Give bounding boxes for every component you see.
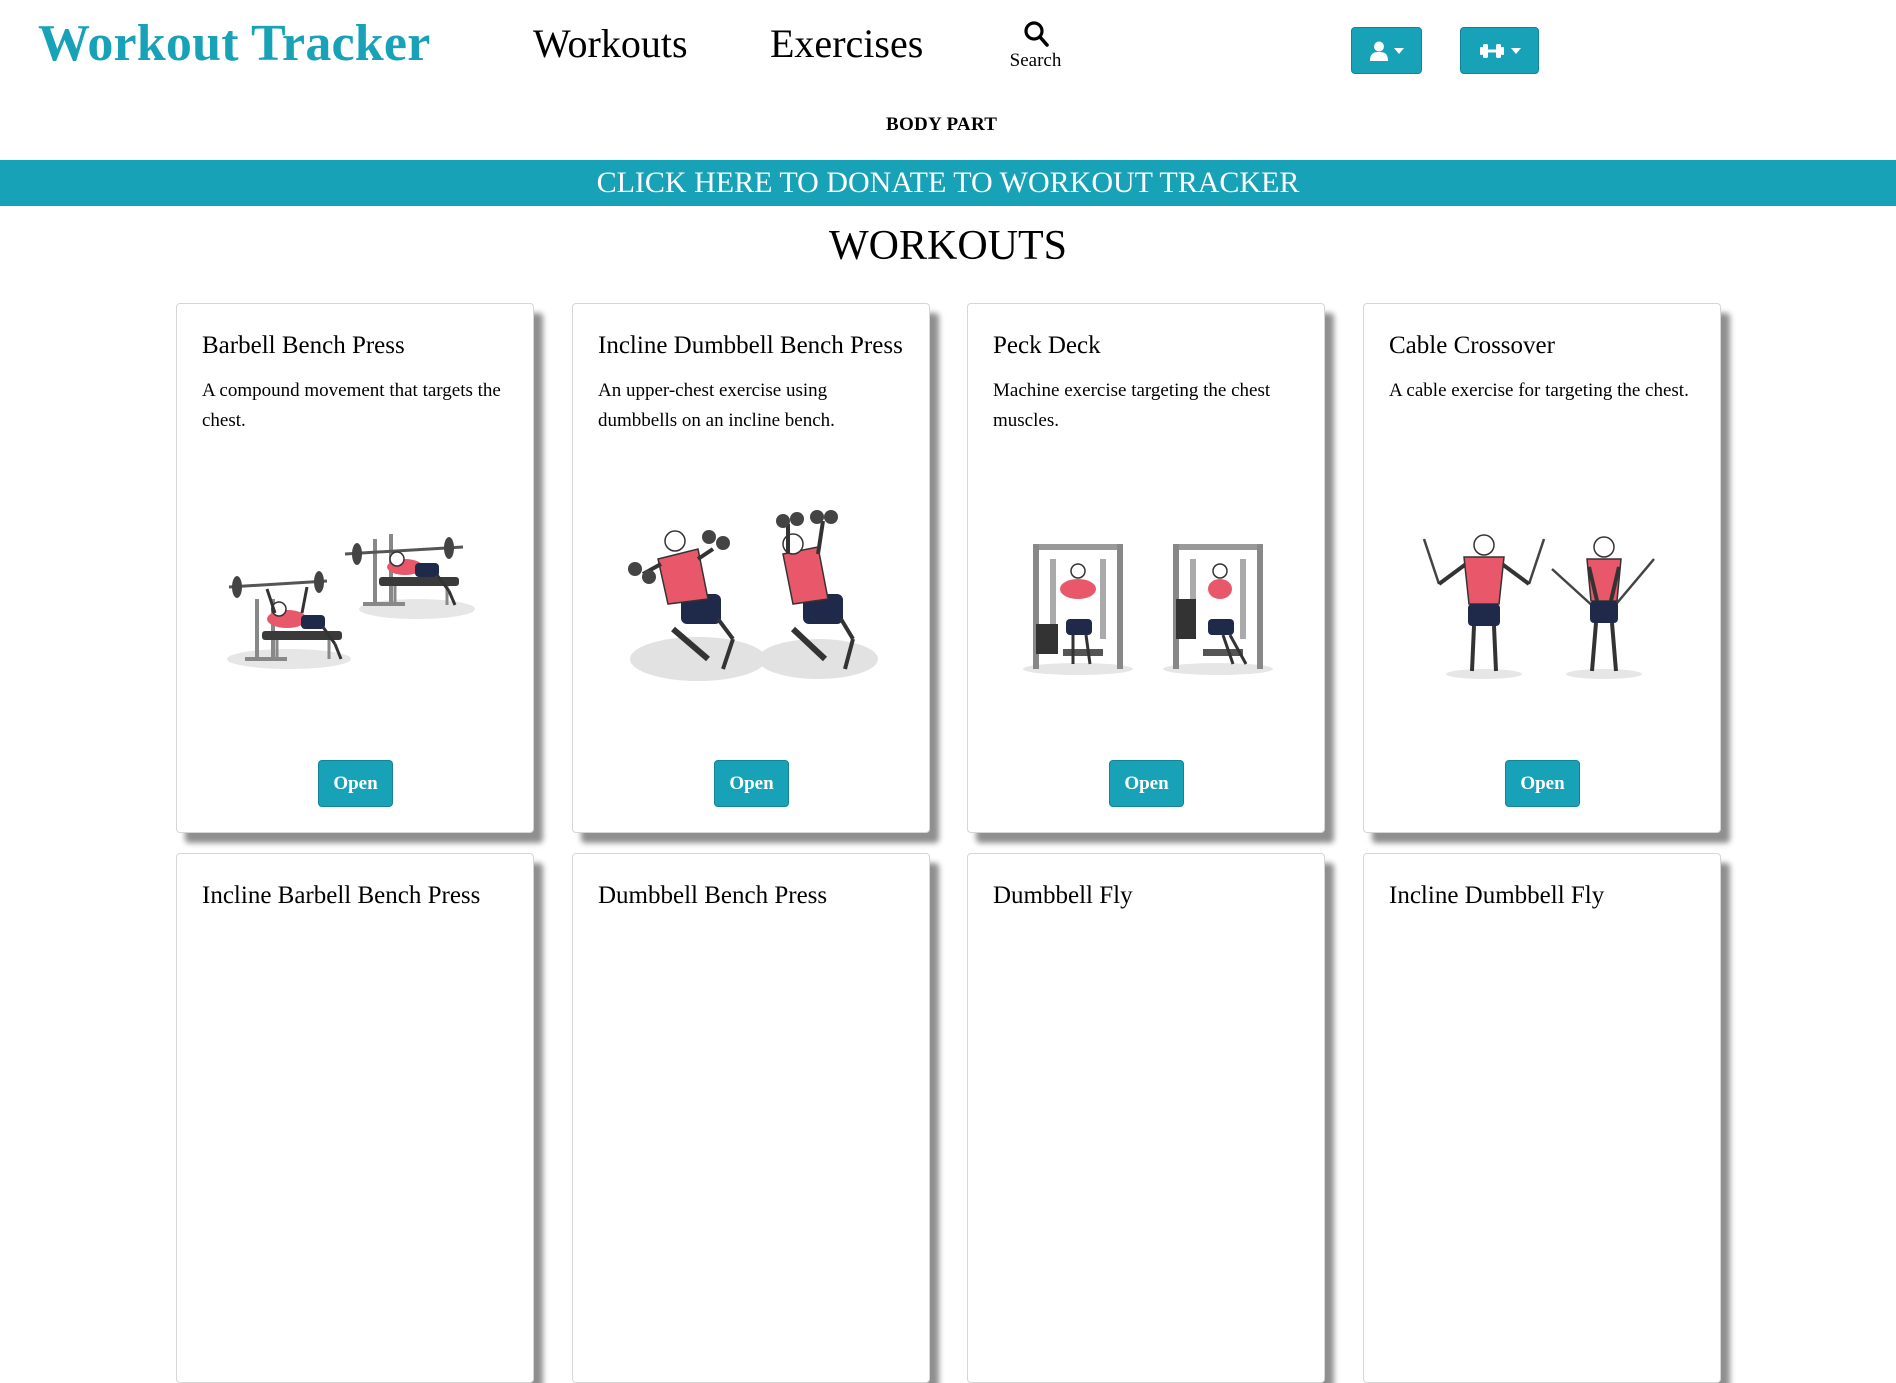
chevron-down-icon	[1393, 47, 1404, 54]
card-title: Dumbbell Bench Press	[598, 882, 828, 909]
weights-menu-dropdown[interactable]	[1460, 27, 1539, 74]
search-icon	[1023, 21, 1049, 47]
brand-logo[interactable]: Workout Tracker	[38, 14, 431, 73]
body-part-filter[interactable]: BODY PART	[886, 114, 997, 136]
user-menu-dropdown[interactable]	[1351, 27, 1422, 74]
workout-card: Cable Crossover A cable exercise for tar…	[1363, 303, 1721, 833]
donate-banner[interactable]: CLICK HERE TO DONATE TO WORKOUT TRACKER	[0, 160, 1896, 206]
open-button[interactable]: Open	[1109, 760, 1184, 807]
card-title: Dumbbell Fly	[993, 882, 1133, 909]
top-navbar: Workout Tracker Workouts Exercises Searc…	[0, 0, 1896, 160]
barbell-bench-press-illustration	[227, 534, 475, 669]
card-title: Cable Crossover	[1389, 332, 1555, 359]
card-description: Machine exercise targeting the chest mus…	[993, 380, 1271, 431]
page-title: WORKOUTS	[829, 223, 1067, 269]
search-label: Search	[1009, 50, 1062, 71]
dumbbell-icon	[1479, 43, 1504, 58]
user-icon	[1369, 41, 1388, 61]
workout-card: Incline Barbell Bench Press	[176, 853, 534, 1383]
card-title: Barbell Bench Press	[202, 332, 405, 359]
card-title: Incline Dumbbell Bench Press	[598, 332, 903, 359]
card-description: A cable exercise for targeting the chest…	[1389, 380, 1689, 401]
nav-workouts-link[interactable]: Workouts	[533, 20, 688, 67]
workout-card: Peck Deck Machine exercise targeting the…	[967, 303, 1325, 833]
workout-card: Dumbbell Fly	[967, 853, 1325, 1383]
incline-dumbbell-press-illustration	[628, 510, 878, 681]
nav-exercises-link[interactable]: Exercises	[770, 20, 923, 67]
nav-search-link[interactable]: Search	[1008, 20, 1063, 72]
workout-card: Incline Dumbbell Fly	[1363, 853, 1721, 1383]
card-title: Incline Barbell Bench Press	[202, 882, 481, 909]
card-title: Peck Deck	[993, 332, 1101, 359]
peck-deck-illustration	[1023, 544, 1273, 675]
workout-card: Barbell Bench Press A compound movement …	[176, 303, 534, 833]
card-description: An upper-chest exercise using dumbbells …	[598, 380, 835, 431]
open-button[interactable]: Open	[1505, 760, 1580, 807]
workout-card: Dumbbell Bench Press	[572, 853, 930, 1383]
open-button[interactable]: Open	[714, 760, 789, 807]
cable-crossover-illustration	[1422, 534, 1655, 679]
open-button[interactable]: Open	[318, 760, 393, 807]
card-description: A compound movement that targets the che…	[202, 380, 501, 431]
chevron-down-icon	[1510, 47, 1521, 54]
card-title: Incline Dumbbell Fly	[1389, 882, 1605, 909]
workout-card: Incline Dumbbell Bench Press An upper-ch…	[572, 303, 930, 833]
